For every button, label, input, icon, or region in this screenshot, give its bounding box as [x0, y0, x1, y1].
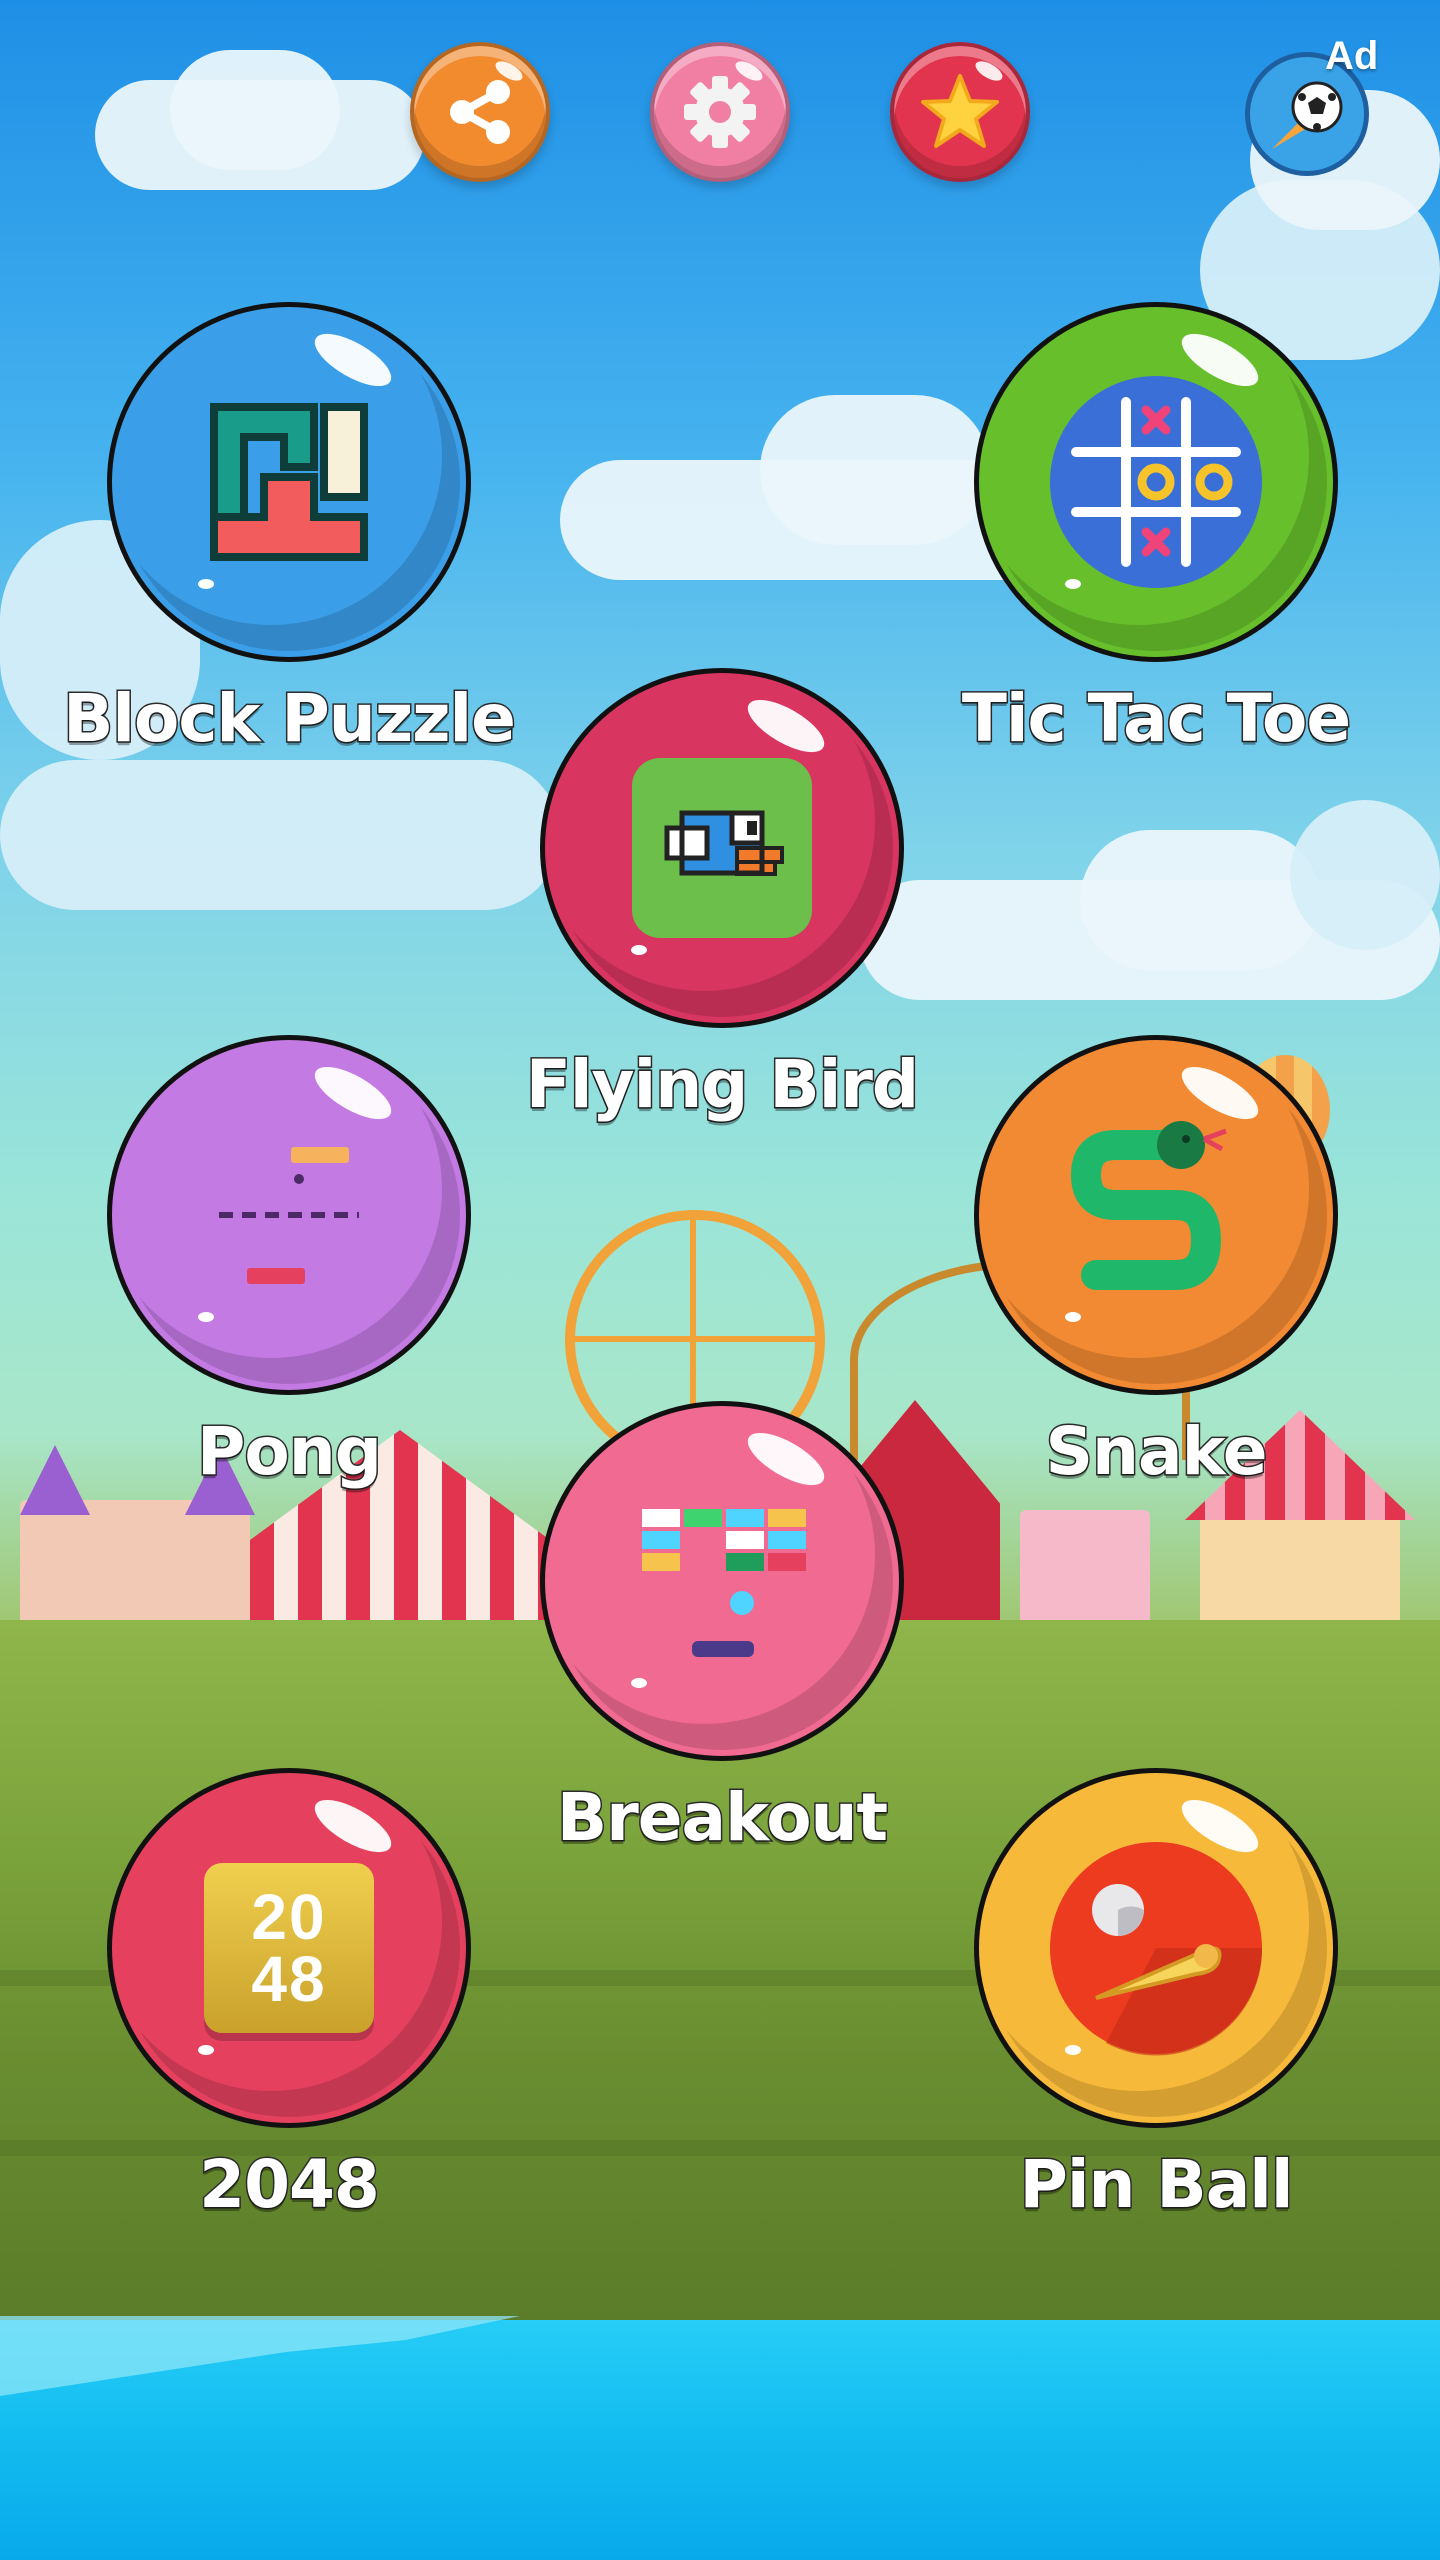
game-label: Tic Tac Toe — [960, 679, 1352, 759]
soccer-ball-icon — [1272, 81, 1343, 149]
cloud — [760, 395, 990, 545]
rate-button[interactable] — [890, 42, 1030, 182]
gear-icon — [684, 76, 756, 148]
share-icon — [450, 80, 510, 144]
game-label: Block Puzzle — [62, 679, 518, 759]
game-label: Snake — [1044, 1412, 1269, 1492]
game-button-tic-tac-toe[interactable] — [974, 302, 1338, 662]
game-button-2048[interactable]: 20 48 — [107, 1768, 471, 2128]
game-button-block-puzzle[interactable] — [107, 302, 471, 662]
carousel — [1200, 1520, 1400, 1630]
cloud — [1080, 830, 1320, 970]
game-button-pin-ball[interactable] — [974, 1768, 1338, 2128]
share-button[interactable] — [410, 42, 550, 182]
game-button-snake[interactable] — [974, 1035, 1338, 1395]
game-button-pong[interactable] — [107, 1035, 471, 1395]
game-button-flying-bird[interactable] — [540, 668, 904, 1028]
ad-label: Ad — [1325, 34, 1379, 78]
settings-button[interactable] — [650, 42, 790, 182]
cloud — [170, 50, 340, 170]
star-icon — [921, 74, 999, 148]
game-label: Breakout — [555, 1778, 889, 1858]
ferris-spoke — [575, 1336, 815, 1342]
cloud — [0, 760, 560, 910]
game-label: 2048 — [198, 2145, 382, 2225]
game-button-breakout[interactable] — [540, 1401, 904, 1761]
cotton-candy-stand — [1020, 1510, 1150, 1630]
game-label: Pin Ball — [1018, 2145, 1295, 2225]
castle — [20, 1500, 250, 1630]
game-label: Pong — [196, 1412, 384, 1492]
game-label: Flying Bird — [524, 1045, 920, 1125]
cloud — [1290, 800, 1440, 950]
